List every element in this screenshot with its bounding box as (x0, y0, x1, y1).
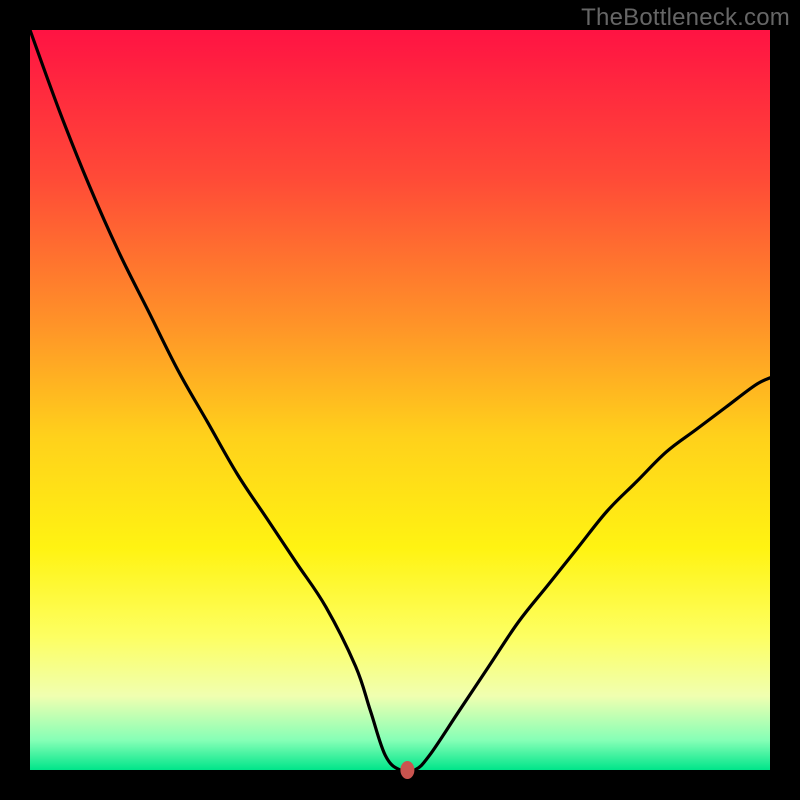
optimal-point-marker (400, 761, 414, 779)
bottleneck-chart (0, 0, 800, 800)
watermark-text: TheBottleneck.com (581, 4, 790, 32)
plot-background (30, 30, 770, 770)
